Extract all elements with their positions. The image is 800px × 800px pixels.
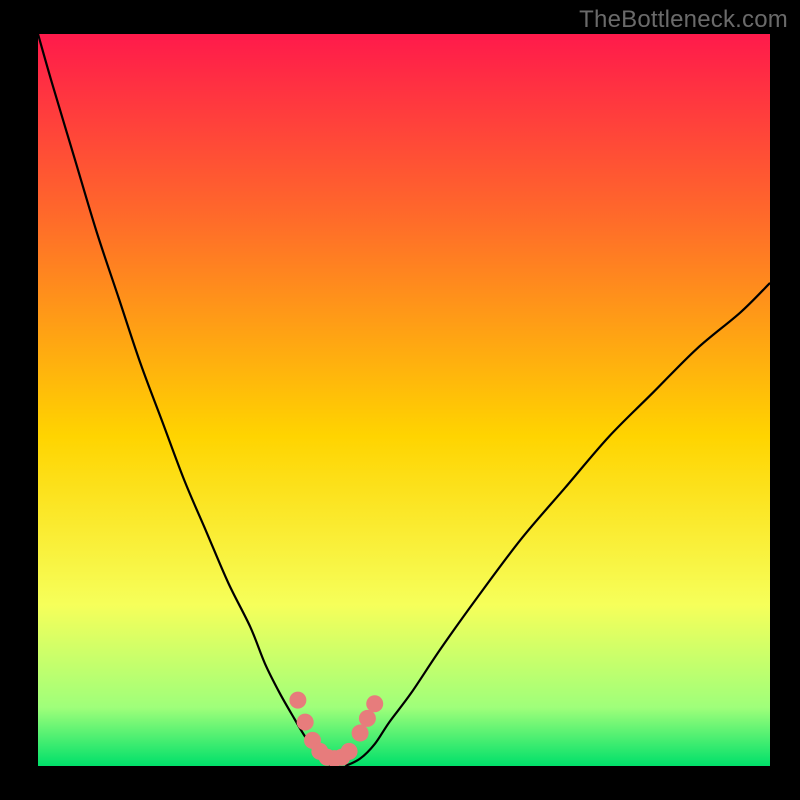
data-point — [297, 714, 314, 731]
data-point — [289, 692, 306, 709]
data-point — [366, 695, 383, 712]
chart-svg — [38, 34, 770, 766]
plot-area — [38, 34, 770, 766]
data-point — [341, 743, 358, 760]
gradient-background — [38, 34, 770, 766]
watermark-text: TheBottleneck.com — [579, 6, 788, 34]
data-point — [352, 725, 369, 742]
data-point — [359, 710, 376, 727]
